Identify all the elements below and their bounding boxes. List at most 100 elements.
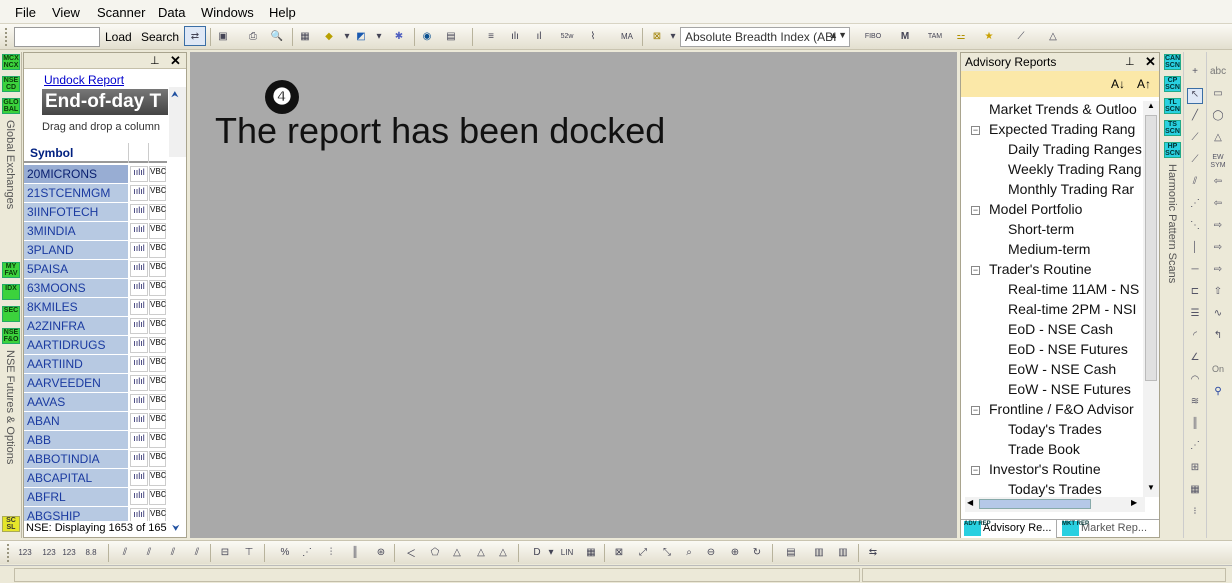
tree-item[interactable]: Real-time 2PM - NSI [1008,301,1136,317]
diamond-icon[interactable]: ◆ [320,28,338,45]
vbc-icon[interactable]: VBC [149,223,166,239]
fork-icon[interactable]: ⋱ [1187,220,1203,236]
wave-icon[interactable]: ∿ [1210,308,1226,324]
fan-icon[interactable]: ⋰ [1187,198,1203,214]
symbol-name[interactable]: A2ZINFRA [24,317,128,335]
nse-cd-badge[interactable]: NSE CD [2,76,20,92]
chart-icon[interactable]: ıılıl [130,413,148,429]
expand-icon[interactable]: ⤢ [634,544,652,561]
scroll-up-icon[interactable]: ▲ [1147,101,1155,110]
table-row[interactable]: 3PLAND ıılıl VBC [24,241,167,260]
report-icon[interactable]: ▤ [782,544,800,561]
data-icon[interactable]: ▦ [296,28,314,45]
symbol-name[interactable]: AARTIDRUGS [24,336,128,354]
label-icon[interactable]: ⊤ [240,544,258,561]
tree-collapse-icon[interactable]: − [971,126,980,135]
link-icon[interactable]: ⇆ [864,544,882,561]
bars-icon[interactable]: ⫽ [116,544,134,561]
scroll-thumb[interactable] [979,499,1091,509]
channel-icon[interactable]: ⫽ [1187,176,1203,192]
chart-icon[interactable]: ıılıl [130,223,148,239]
chart-icon[interactable]: ıılıl [130,242,148,258]
scroll-right-icon[interactable]: ▶ [1131,498,1137,507]
vbc-icon[interactable]: VBC [149,356,166,372]
font-decrease-button[interactable]: A↓ [1111,77,1125,91]
chart-icon[interactable]: ıılıl [130,375,148,391]
tree-item[interactable]: Today's Trades [1008,481,1102,497]
arrow-right-icon[interactable]: ⇨ [1210,242,1226,258]
triangle-icon[interactable]: △ [1210,132,1226,148]
table-row[interactable]: AAVAS ıılıl VBC [24,393,167,412]
arrow-right-icon[interactable]: ⇨ [1210,264,1226,280]
table-row[interactable]: ABBOTINDIA ıılıl VBC [24,450,167,469]
vbc-icon[interactable]: VBC [149,299,166,315]
arrow-up-icon[interactable]: ⇧ [1210,286,1226,302]
symbol-name[interactable]: AARVEEDEN [24,374,128,392]
idx-badge[interactable]: IDX [2,284,20,300]
table-row[interactable]: AARTIDRUGS ıılıl VBC [24,336,167,355]
mcx-ncx-badge[interactable]: MCX NCX [2,54,20,70]
symbol-input[interactable] [14,27,100,47]
vbc-icon[interactable]: VBC [149,166,166,182]
crosshair-icon[interactable]: + [1187,66,1203,82]
symbol-name[interactable]: 3IINFOTECH [24,203,128,221]
pin-icon[interactable]: ⊥ [150,54,160,67]
bars-alt-icon[interactable]: ⫽ [140,544,158,561]
chart-link-icon[interactable]: ⇄ [184,26,206,46]
vbc-icon[interactable]: VBC [149,261,166,277]
fib-arc-icon[interactable]: ≋ [1187,396,1203,412]
gann-fan-icon[interactable]: ⋰ [1187,440,1203,456]
menu-windows[interactable]: Windows [201,5,254,20]
gann-grid-icon[interactable]: ⊞ [1187,462,1203,478]
chart-icon[interactable]: ıılıl [130,432,148,448]
on-toggle[interactable]: On [1210,364,1226,380]
vbc-icon[interactable]: VBC [149,489,166,505]
vbc-icon[interactable]: VBC [149,337,166,353]
tree-item[interactable]: EoW - NSE Cash [1008,361,1116,377]
numbering-alt-icon[interactable]: 123 [40,544,58,561]
tree-item[interactable]: Trade Book [1008,441,1080,457]
symbol-name[interactable]: 63MOONS [24,279,128,297]
vbc-icon[interactable]: VBC [149,394,166,410]
tree-category[interactable]: Frontline / F&O Advisor [989,401,1134,417]
con-tam-icon[interactable]: TAM [926,28,944,45]
network-icon[interactable]: ✱ [390,28,408,45]
chart-icon[interactable]: ıılıl [130,280,148,296]
symbol-name[interactable]: ABCAPITAL [24,469,128,487]
table-row[interactable]: ABFRL ıılıl VBC [24,488,167,507]
fib-lines-icon[interactable]: ⫶ [322,544,340,561]
global-badge[interactable]: GLO BAL [2,98,20,114]
harmonic-scan-badge[interactable]: HP SCN [1164,142,1181,158]
table-row[interactable]: A2ZINFRA ıılıl VBC [24,317,167,336]
toolbar-grip[interactable] [7,544,10,562]
vbc-icon[interactable]: VBC [149,413,166,429]
bars-alt3-icon[interactable]: ⫽ [188,544,206,561]
arrow-left-icon[interactable]: ⇦ [1210,198,1226,214]
symbol-name[interactable]: 20MICRONS [24,165,128,183]
table-row[interactable]: 21STCENMGM ıılıl VBC [24,184,167,203]
tree-item[interactable]: Medium-term [1008,241,1090,257]
window-icon[interactable]: ▤ [442,28,460,45]
horizontal-line-icon[interactable]: ─ [1187,264,1203,280]
breadth-select[interactable]: Absolute Breadth Index (ABI ▲▼ [680,27,850,47]
tree-item[interactable]: Real-time 11AM - NS [1008,281,1139,297]
tree-collapse-icon[interactable]: − [971,466,980,475]
percent-icon[interactable]: % [276,544,294,561]
symbol-name[interactable]: 5PAISA [24,260,128,278]
nse-fo-badge[interactable]: NSE F&O [2,328,20,344]
symbol-name[interactable]: ABBOTINDIA [24,450,128,468]
hook-icon[interactable]: ↰ [1210,330,1226,346]
zoom-icon[interactable]: ⌕ [680,544,698,561]
table-row[interactable]: 3MINDIA ıılıl VBC [24,222,167,241]
close-icon[interactable]: ✕ [1145,54,1156,70]
symbol-name[interactable]: 21STCENMGM [24,184,128,202]
vertical-scrollbar[interactable]: ⮝ [169,87,186,157]
star-icon[interactable]: ★ [980,28,998,45]
table-row[interactable]: 63MOONS ıılıl VBC [24,279,167,298]
nse-futures-options-label[interactable]: NSE Futures & Options [4,350,16,464]
triangle-abc2-icon[interactable]: △ [494,544,512,561]
ellipse-icon[interactable]: ◯ [1210,110,1226,126]
triangle-ab-icon[interactable]: △ [472,544,490,561]
pin-icon[interactable]: ⊥ [1125,55,1135,68]
globe-icon[interactable]: ◉ [418,28,436,45]
